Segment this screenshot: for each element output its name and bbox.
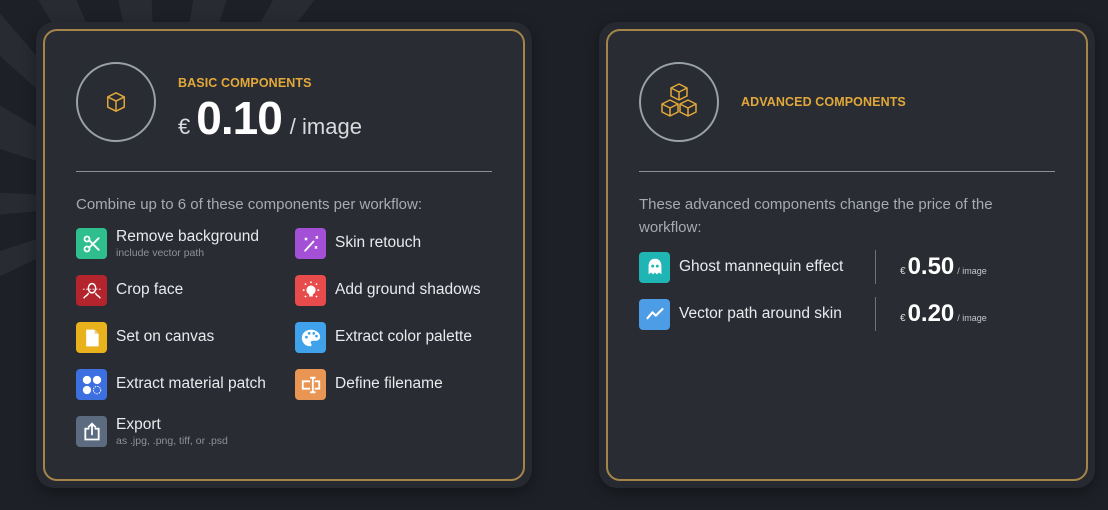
advanced-description: These advanced components change the pri…	[639, 196, 993, 236]
price-unit: / image	[957, 313, 987, 323]
component-label: Crop face	[116, 281, 184, 298]
advanced-component-price: € 0.20 / image	[900, 300, 987, 328]
component-label: Extract material patch	[116, 375, 266, 392]
component-export[interactable]: Export as .jpg, .png, tiff, or .psd	[76, 416, 228, 447]
basic-title: BASIC COMPONENTS	[178, 76, 312, 90]
component-label: Extract color palette	[335, 328, 472, 345]
advanced-component-vector-path[interactable]: Vector path around skin € 0.20 / image	[639, 297, 1059, 331]
basic-description: Combine up to 6 of these components per …	[76, 196, 423, 213]
scissors-icon	[76, 228, 107, 259]
component-add-ground-shadows[interactable]: Add ground shadows	[295, 275, 481, 306]
export-icon	[76, 416, 107, 447]
vertical-separator	[875, 250, 876, 284]
advanced-components-card: ADVANCED COMPONENTS These advanced compo…	[599, 22, 1095, 488]
price-unit: / image	[957, 266, 987, 276]
advanced-card-panel: ADVANCED COMPONENTS These advanced compo…	[606, 29, 1088, 481]
component-sublabel: as .jpg, .png, tiff, or .psd	[116, 435, 228, 447]
basic-price-value: 0.10	[196, 92, 283, 144]
component-sublabel: include vector path	[116, 247, 205, 259]
basic-icon-circle	[76, 62, 156, 142]
basic-currency: €	[178, 114, 191, 139]
currency: €	[900, 266, 906, 277]
basic-price-unit: / image	[289, 114, 362, 139]
advanced-component-label: Vector path around skin	[679, 305, 842, 322]
cubes-stack-icon	[661, 83, 697, 117]
basic-card-panel: BASIC COMPONENTS € 0.10 / image Combine …	[43, 29, 525, 481]
text-cursor-icon	[295, 369, 326, 400]
basic-components-card: BASIC COMPONENTS € 0.10 / image Combine …	[36, 22, 532, 488]
component-extract-color-palette[interactable]: Extract color palette	[295, 322, 472, 353]
magic-wand-icon	[295, 228, 326, 259]
dots-grid-icon	[76, 369, 107, 400]
component-extract-material-patch[interactable]: Extract material patch	[76, 369, 266, 400]
palette-icon	[295, 322, 326, 353]
cube-icon	[107, 92, 125, 112]
line-chart-icon	[639, 298, 670, 330]
face-crop-icon	[76, 275, 107, 306]
component-label: Export	[116, 416, 161, 433]
component-define-filename[interactable]: Define filename	[295, 369, 443, 400]
advanced-component-ghost-mannequin[interactable]: Ghost mannequin effect € 0.50 / image	[639, 250, 1059, 284]
component-set-on-canvas[interactable]: Set on canvas	[76, 322, 214, 353]
component-crop-face[interactable]: Crop face	[76, 275, 183, 306]
price-value: 0.50	[907, 253, 955, 280]
component-label: Remove background	[116, 228, 260, 245]
lightbulb-icon	[295, 275, 326, 306]
component-label: Set on canvas	[116, 328, 215, 345]
component-label: Add ground shadows	[335, 281, 481, 298]
ghost-icon	[639, 251, 670, 283]
component-label: Define filename	[335, 375, 443, 392]
price-value: 0.20	[907, 300, 955, 327]
component-skin-retouch[interactable]: Skin retouch	[295, 228, 421, 259]
vertical-separator	[875, 297, 876, 331]
basic-divider	[76, 171, 492, 172]
component-label: Skin retouch	[335, 234, 422, 251]
document-icon	[76, 322, 107, 353]
advanced-icon-circle	[639, 62, 719, 142]
basic-price: € 0.10 / image	[178, 91, 362, 145]
advanced-title: ADVANCED COMPONENTS	[741, 95, 906, 109]
currency: €	[900, 313, 906, 324]
advanced-component-price: € 0.50 / image	[900, 253, 987, 281]
component-remove-background[interactable]: Remove background include vector path	[76, 228, 259, 259]
advanced-divider	[639, 171, 1055, 172]
advanced-component-label: Ghost mannequin effect	[679, 258, 844, 275]
